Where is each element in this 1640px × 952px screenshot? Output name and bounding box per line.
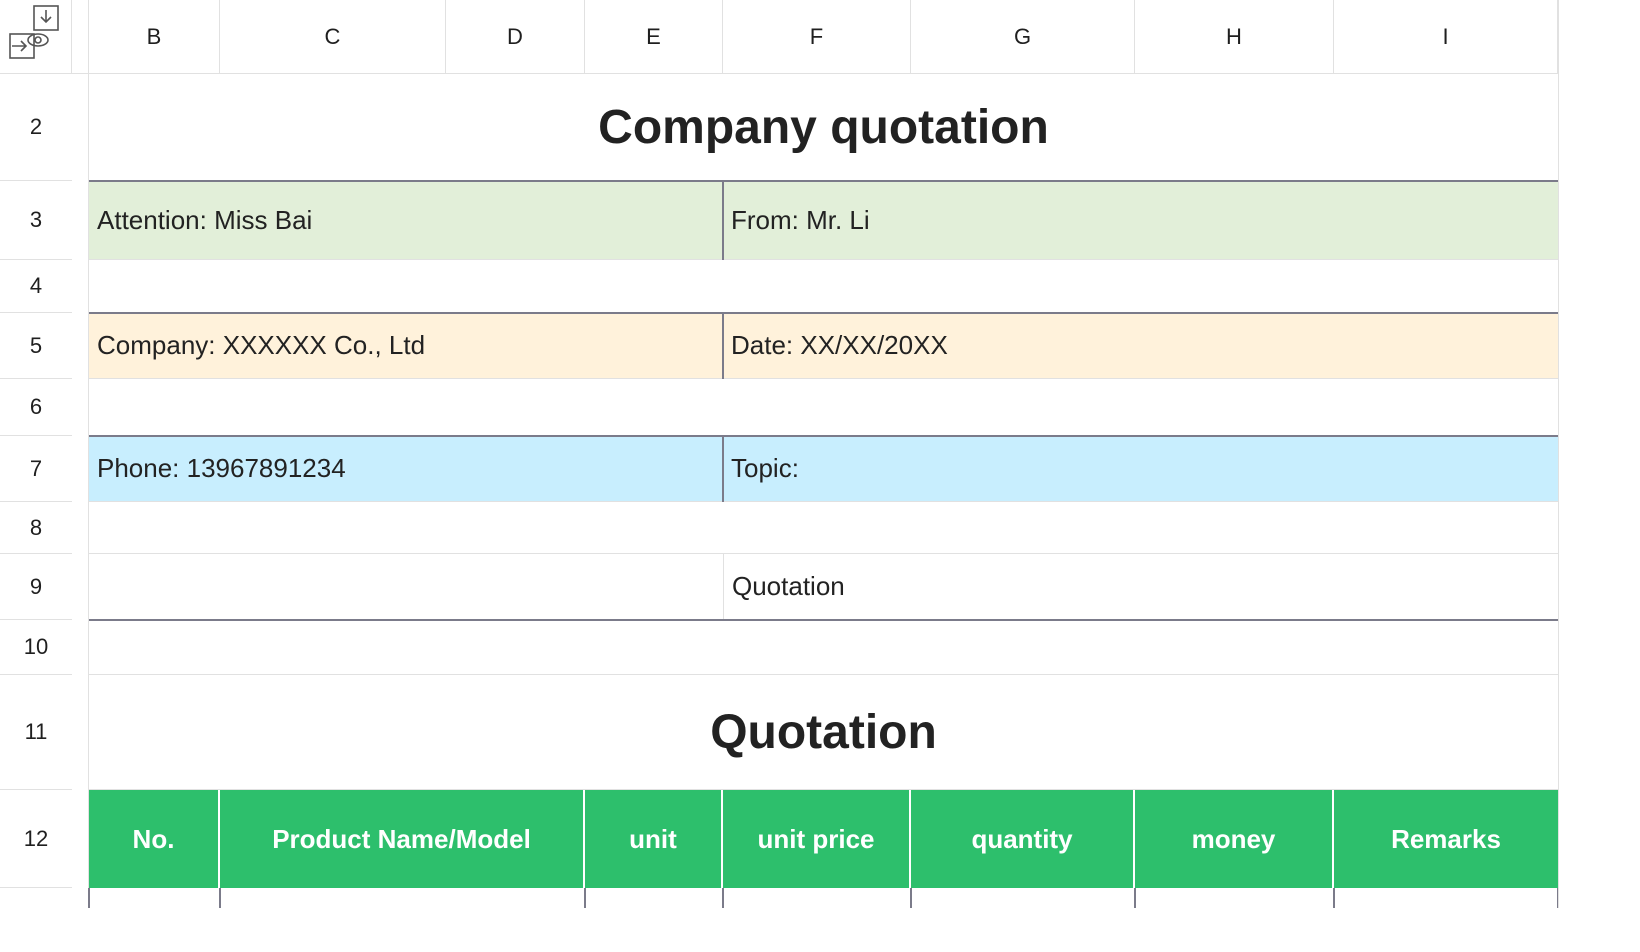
row13-border-i [1333,888,1335,908]
border-above-row3 [89,180,1558,182]
hidden-column-gutter [72,74,89,952]
sheet-title[interactable]: Company quotation [89,74,1558,181]
border-above-row5 [89,312,1558,314]
header-gutter [72,0,89,74]
row13-border-g [910,888,912,908]
header-unit[interactable]: unit [585,790,723,888]
bottom-fade [0,908,1640,952]
attention-cell[interactable]: Attention: Miss Bai [89,181,723,260]
row13-border-b [88,888,90,908]
row-header-5[interactable]: 5 [0,313,72,379]
row13-border-h [1134,888,1136,908]
row13-border-c [219,888,221,908]
header-product-name[interactable]: Product Name/Model [220,790,585,888]
freeze-panes-icon [9,5,59,59]
row-header-2[interactable]: 2 [0,74,72,181]
header-money[interactable]: money [1135,790,1334,888]
row-header-11[interactable]: 11 [0,675,72,790]
divider-row3 [722,181,724,260]
section-title[interactable]: Quotation [89,675,1558,790]
border-below-row9 [89,619,1558,621]
column-header-b[interactable]: B [89,0,220,74]
row13-border-e [584,888,586,908]
empty-row-4[interactable] [89,260,1558,313]
row-header-10[interactable]: 10 [0,620,72,675]
column-header-d[interactable]: D [446,0,585,74]
column-header-i[interactable]: I [1334,0,1558,74]
column-header-f[interactable]: F [723,0,911,74]
header-no[interactable]: No. [89,790,220,888]
empty-row-8[interactable] [89,502,1558,554]
from-cell[interactable]: From: Mr. Li [723,181,1558,260]
row-header-12[interactable]: 12 [0,790,72,888]
header-quantity[interactable]: quantity [911,790,1135,888]
row-header-3[interactable]: 3 [0,181,72,260]
row-header-8[interactable]: 8 [0,502,72,554]
column-header-c[interactable]: C [220,0,446,74]
company-cell[interactable]: Company: XXXXXX Co., Ltd [89,313,723,379]
empty-row-6[interactable] [89,379,1558,436]
right-edge-line [1558,0,1559,952]
row-header-4[interactable]: 4 [0,260,72,313]
row-9-left-cell[interactable] [89,554,723,620]
topic-cell[interactable]: Topic: [723,436,1558,502]
row13-border-f [722,888,724,908]
row-header-7[interactable]: 7 [0,436,72,502]
date-cell[interactable]: Date: XX/XX/20XX [723,313,1558,379]
header-remarks[interactable]: Remarks [1334,790,1558,888]
divider-row5 [722,313,724,379]
spreadsheet-frame: B C D E F G H I 2 3 4 5 6 7 8 9 10 11 12… [0,0,1640,952]
header-unit-price[interactable]: unit price [723,790,911,888]
row-header-9[interactable]: 9 [0,554,72,620]
border-above-row7 [89,435,1558,437]
select-all-corner[interactable] [0,0,72,74]
column-header-g[interactable]: G [911,0,1135,74]
quotation-label-cell[interactable]: Quotation [723,554,1558,620]
column-header-e[interactable]: E [585,0,723,74]
divider-row7 [722,436,724,502]
phone-cell[interactable]: Phone: 13967891234 [89,436,723,502]
row-header-6[interactable]: 6 [0,379,72,436]
empty-row-10[interactable] [89,620,1558,675]
column-header-h[interactable]: H [1135,0,1334,74]
